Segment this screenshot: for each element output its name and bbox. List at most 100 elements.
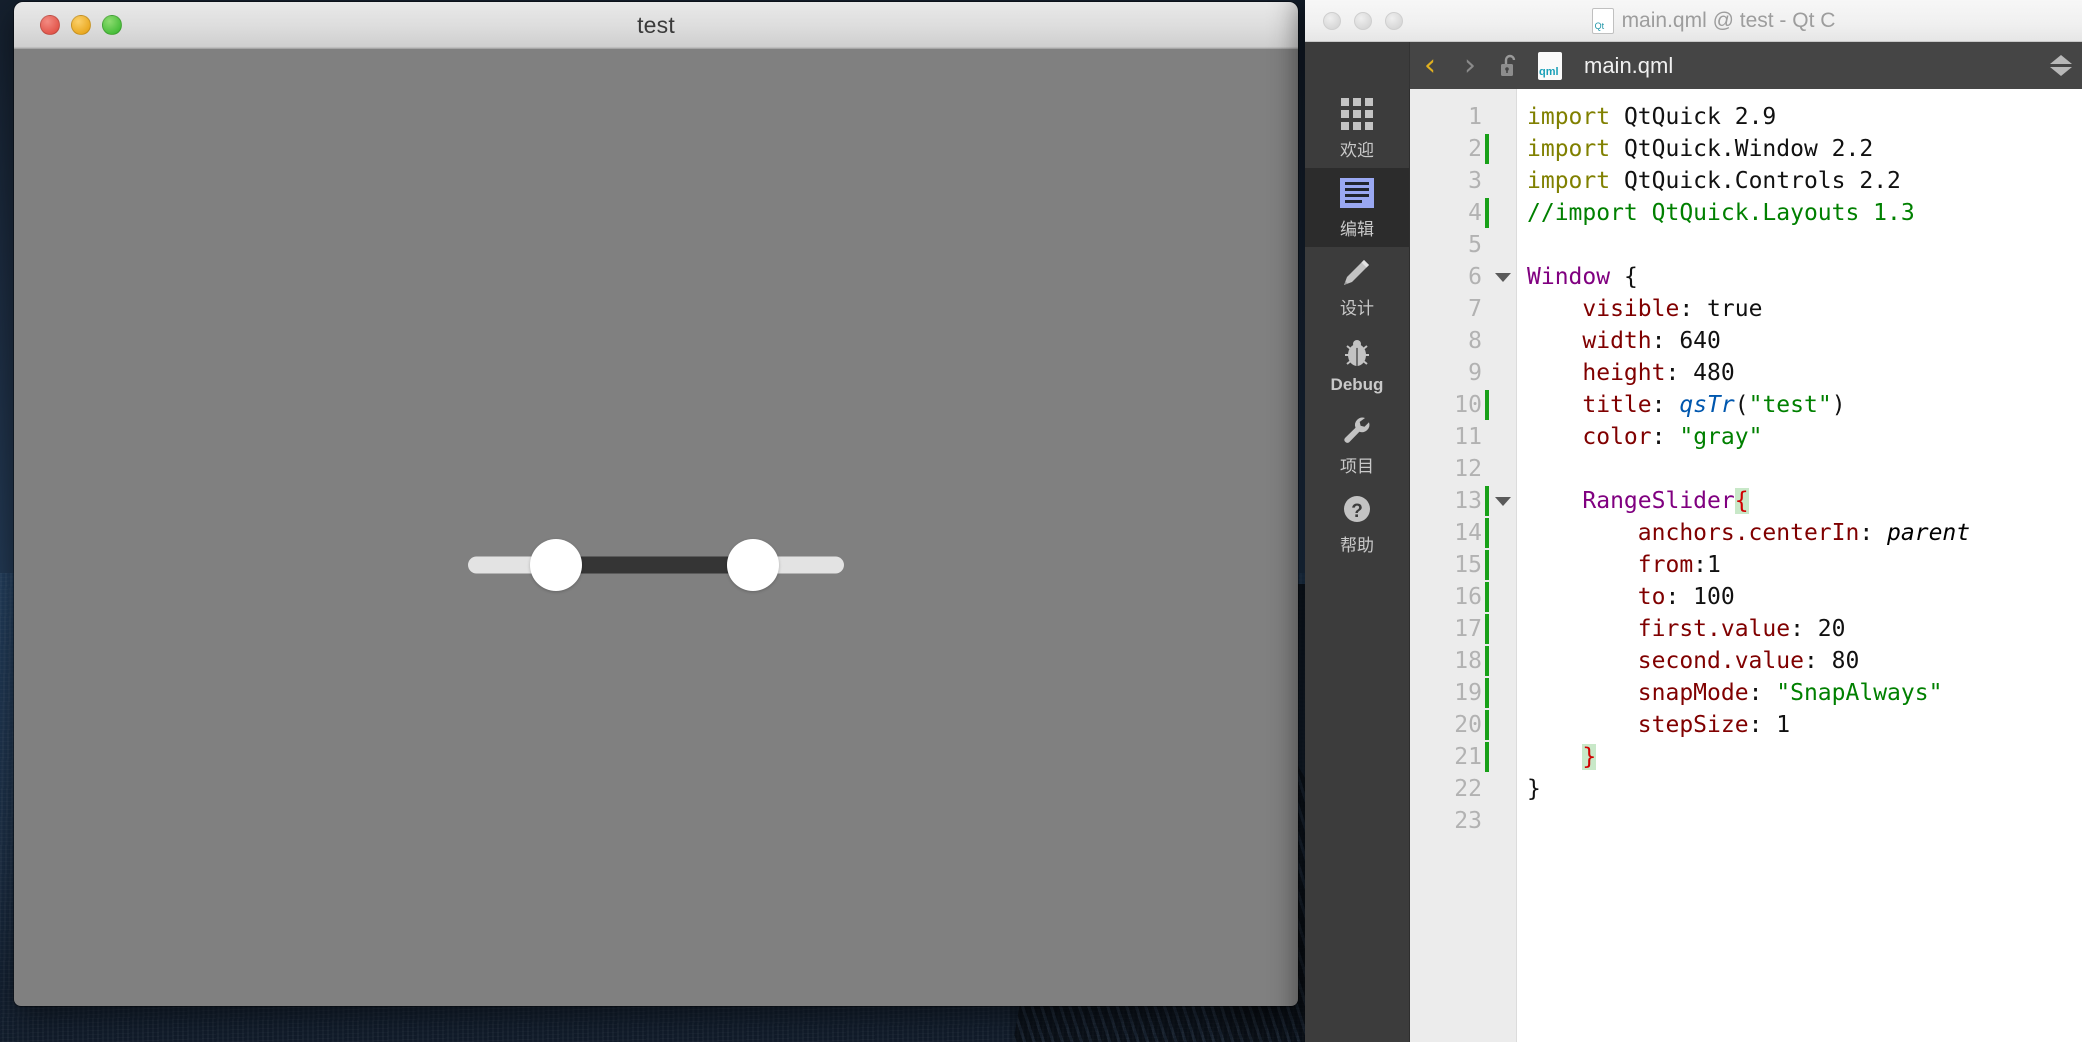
- code-line[interactable]: height: 480: [1527, 357, 2082, 389]
- range-slider-second-handle[interactable]: [726, 538, 779, 591]
- mode-label: Debug: [1330, 375, 1384, 394]
- code-line[interactable]: from:1: [1527, 549, 2082, 581]
- code-folding-column[interactable]: [1490, 89, 1516, 1042]
- code-line[interactable]: RangeSlider{: [1527, 485, 2082, 517]
- mode-item-3[interactable]: Debug: [1305, 326, 1409, 405]
- fold-triangle-icon[interactable]: [1495, 496, 1511, 506]
- range-slider-first-handle[interactable]: [530, 538, 583, 591]
- file-type-icon-button: qml: [1530, 42, 1570, 89]
- mode-item-4[interactable]: 项目: [1305, 405, 1409, 484]
- navigate-forward-button[interactable]: ›: [1450, 42, 1490, 89]
- qt-window-title-text: main.qml @ test - Qt C: [1621, 8, 1836, 32]
- test-app-window[interactable]: test: [14, 2, 1298, 1006]
- fold-slot: [1490, 805, 1516, 837]
- close-button[interactable]: [40, 15, 60, 35]
- code-line[interactable]: width: 640: [1527, 325, 2082, 357]
- code-line[interactable]: color: "gray": [1527, 421, 2082, 453]
- line-number-text: 18: [1454, 648, 1482, 674]
- change-marker: [1485, 678, 1489, 708]
- line-number-text: 1: [1468, 104, 1482, 130]
- code-line[interactable]: [1527, 805, 2082, 837]
- mode-label: 编辑: [1340, 219, 1374, 239]
- line-number: 15: [1410, 549, 1490, 581]
- fold-slot: [1490, 165, 1516, 197]
- line-number-text: 17: [1454, 616, 1482, 642]
- line-number: 10: [1410, 389, 1490, 421]
- fold-triangle-icon[interactable]: [1495, 272, 1511, 282]
- qt-traffic-light-group: [1323, 11, 1403, 30]
- mode-selector-sidebar: 欢迎编辑设计 Debug 项目? 帮助: [1305, 89, 1410, 1042]
- line-number-text: 9: [1468, 360, 1482, 386]
- qt-creator-titlebar[interactable]: Qt main.qml @ test - Qt C: [1305, 0, 2082, 42]
- zoom-button[interactable]: [102, 15, 122, 35]
- split-editor-icon[interactable]: [2050, 51, 2072, 81]
- qml-document-icon: Qt: [1591, 7, 1614, 34]
- line-number-text: 16: [1454, 584, 1482, 610]
- code-line[interactable]: first.value: 20: [1527, 613, 2082, 645]
- code-line[interactable]: Window {: [1527, 261, 2082, 293]
- code-editor[interactable]: 1 2 3 4 5 6 7 8 9 10 11 12 13 14 15 16 17 18 19 20 21 22 23 im…: [1410, 89, 2082, 1042]
- code-line[interactable]: //import QtQuick.Layouts 1.3: [1527, 197, 2082, 229]
- code-line[interactable]: snapMode: "SnapAlways": [1527, 677, 2082, 709]
- grid-icon: [1341, 97, 1373, 130]
- line-number: 3: [1410, 165, 1490, 197]
- mode-item-1[interactable]: 编辑: [1305, 168, 1409, 247]
- code-line[interactable]: }: [1527, 741, 2082, 773]
- minimize-button[interactable]: [71, 15, 91, 35]
- code-line[interactable]: visible: true: [1527, 293, 2082, 325]
- range-slider[interactable]: [468, 527, 844, 602]
- fold-slot: [1490, 389, 1516, 421]
- open-filename-label[interactable]: main.qml: [1584, 53, 1673, 79]
- code-line[interactable]: to: 100: [1527, 581, 2082, 613]
- qt-close-button[interactable]: [1323, 11, 1341, 30]
- line-number: 23: [1410, 805, 1490, 837]
- line-number-text: 14: [1454, 520, 1482, 546]
- fold-slot: [1490, 645, 1516, 677]
- chevron-right-icon: ›: [1464, 47, 1476, 83]
- svg-text:?: ?: [1351, 501, 1363, 522]
- code-line[interactable]: }: [1527, 773, 2082, 805]
- mode-label: 设计: [1340, 298, 1374, 318]
- line-number: 21: [1410, 741, 1490, 773]
- pencil-icon: [1344, 259, 1369, 285]
- qt-zoom-button[interactable]: [1385, 11, 1403, 30]
- mode-item-5[interactable]: ? 帮助: [1305, 484, 1409, 563]
- line-number: 5: [1410, 229, 1490, 261]
- test-window-titlebar[interactable]: test: [14, 2, 1298, 49]
- navigate-back-button[interactable]: ‹: [1410, 42, 1450, 89]
- code-line[interactable]: [1527, 453, 2082, 485]
- mode-icon-wrapper: ?: [1340, 492, 1374, 526]
- code-line[interactable]: anchors.centerIn: parent: [1527, 517, 2082, 549]
- line-number-text: 2: [1468, 136, 1482, 162]
- fold-slot: [1490, 549, 1516, 581]
- code-line[interactable]: stepSize: 1: [1527, 709, 2082, 741]
- line-number-text: 21: [1454, 744, 1482, 770]
- code-line[interactable]: title: qsTr("test"): [1527, 389, 2082, 421]
- qt-minimize-button[interactable]: [1354, 11, 1372, 30]
- test-window-title: test: [637, 11, 675, 38]
- change-marker: [1485, 646, 1489, 676]
- code-line[interactable]: import QtQuick.Controls 2.2: [1527, 165, 2082, 197]
- mode-icon-wrapper: [1340, 255, 1374, 289]
- mode-icon-wrapper: [1340, 413, 1374, 447]
- change-marker: [1485, 390, 1489, 420]
- mode-icon-wrapper: [1340, 176, 1374, 210]
- fold-slot[interactable]: [1490, 485, 1516, 517]
- mode-item-0[interactable]: 欢迎: [1305, 89, 1409, 168]
- code-text-area[interactable]: import QtQuick 2.9 import QtQuick.Window …: [1516, 89, 2082, 1042]
- line-number: 8: [1410, 325, 1490, 357]
- qt-creator-window[interactable]: Qt main.qml @ test - Qt C ‹ › qml main.q…: [1305, 0, 2082, 1042]
- line-number: 13: [1410, 485, 1490, 517]
- code-line[interactable]: second.value: 80: [1527, 645, 2082, 677]
- fold-slot[interactable]: [1490, 261, 1516, 293]
- code-line[interactable]: import QtQuick 2.9: [1527, 101, 2082, 133]
- chevron-left-icon: ‹: [1424, 47, 1436, 83]
- mode-item-2[interactable]: 设计: [1305, 247, 1409, 326]
- lock-toggle-button[interactable]: [1490, 42, 1530, 89]
- triangle-down-icon: [2050, 67, 2072, 76]
- line-number: 7: [1410, 293, 1490, 325]
- change-marker: [1485, 198, 1489, 228]
- code-line[interactable]: [1527, 229, 2082, 261]
- code-line[interactable]: import QtQuick.Window 2.2: [1527, 133, 2082, 165]
- fold-slot: [1490, 421, 1516, 453]
